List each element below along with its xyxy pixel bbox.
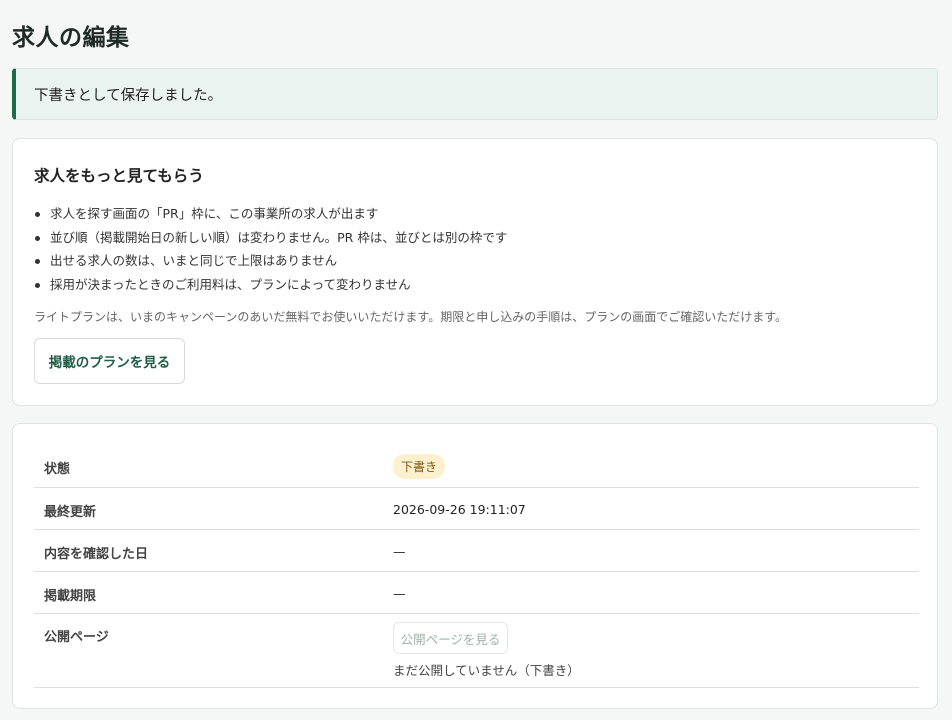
promo-title: 求人をもっと見てもらう	[34, 167, 204, 185]
status-value: 下書き	[393, 454, 446, 479]
status-badge: 下書き	[393, 454, 446, 479]
public-page-label: 公開ページ	[44, 630, 109, 645]
status-row: 状態 下書き	[34, 444, 919, 488]
promo-bullet: 並び順（掲載開始日の新しい順）は変わりません。PR 枠は、並びとは別の枠です	[34, 226, 507, 250]
public-page-note: まだ公開していません（下書き）	[393, 663, 580, 678]
last-updated-label: 最終更新	[44, 505, 97, 520]
last-updated-row: 最終更新 2026-09-26 19:11:07	[34, 488, 919, 530]
promo-bullet: 求人を探す画面の「PR」枠に、この事業所の求人が出ます	[34, 202, 507, 226]
content-checked-row: 内容を確認した日 —	[34, 530, 919, 572]
flash-message: 下書きとして保存しました。	[12, 68, 938, 120]
status-label: 状態	[44, 462, 71, 477]
content-checked-value: —	[393, 544, 406, 559]
flash-message-text: 下書きとして保存しました。	[34, 87, 223, 104]
listing-period-value: —	[393, 586, 406, 601]
promo-bullet: 採用が決まったときのご利用料は、プランによって変わりません	[34, 273, 507, 297]
page: 求人の編集 下書きとして保存しました。 求人をもっと見てもらう 求人を探す画面の…	[0, 0, 952, 720]
last-updated-value: 2026-09-26 19:11:07	[393, 502, 526, 517]
public-page-row: 公開ページ 公開ページを見る まだ公開していません（下書き）	[34, 614, 919, 688]
content-checked-label: 内容を確認した日	[44, 547, 149, 562]
promo-bullet-list: 求人を探す画面の「PR」枠に、この事業所の求人が出ます 並び順（掲載開始日の新し…	[34, 202, 507, 296]
promo-bullet: 出せる求人の数は、いまと同じで上限はありません	[34, 249, 507, 273]
view-public-page-button[interactable]: 公開ページを見る	[393, 622, 508, 654]
promo-note: ライトプランは、いまのキャンペーンのあいだ無料でお使いいただけます。期限と申し込…	[34, 310, 788, 324]
page-title: 求人の編集	[12, 25, 130, 51]
listing-period-label: 掲載期限	[44, 589, 97, 604]
promo-card: 求人をもっと見てもらう 求人を探す画面の「PR」枠に、この事業所の求人が出ます …	[12, 138, 938, 406]
view-plans-button[interactable]: 掲載のプランを見る	[34, 338, 185, 384]
job-info-table: 状態 下書き 最終更新 2026-09-26 19:11:07 内容を確認した日…	[34, 444, 919, 688]
listing-period-row: 掲載期限 —	[34, 572, 919, 614]
job-info-card: 状態 下書き 最終更新 2026-09-26 19:11:07 内容を確認した日…	[12, 423, 938, 709]
